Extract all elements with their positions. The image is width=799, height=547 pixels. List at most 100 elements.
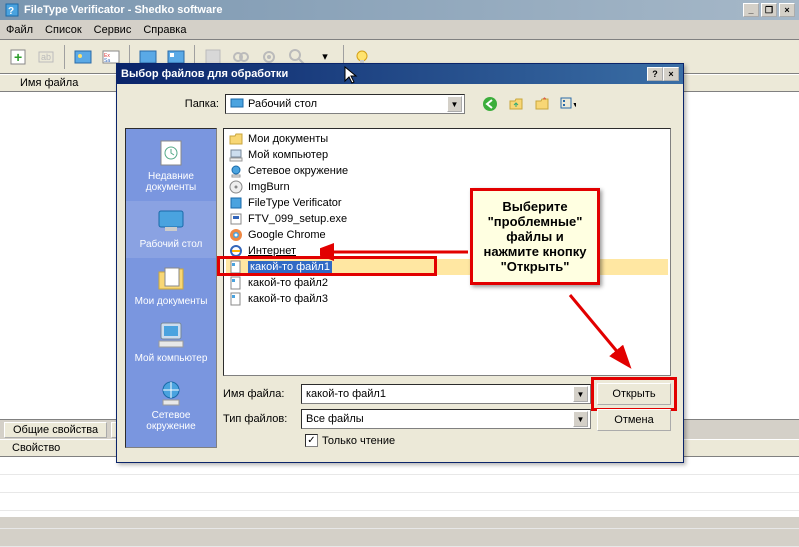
places-bar: Недавние документы Рабочий стол Мои доку… <box>125 128 217 448</box>
col-filename: Имя файла <box>20 77 78 89</box>
item-label: какой-то файл2 <box>248 277 328 289</box>
close-button[interactable]: × <box>779 3 795 17</box>
minimize-button[interactable]: _ <box>743 3 759 17</box>
chevron-down-icon[interactable]: ▼ <box>573 386 588 402</box>
place-label: Недавние документы <box>146 171 197 193</box>
item-label: Мой компьютер <box>248 149 328 161</box>
toolbar-text-icon[interactable]: ab <box>34 45 58 69</box>
callout-text: Выберите "проблемные" файлы и нажмите кн… <box>483 199 586 274</box>
app-icon: ? <box>4 2 20 18</box>
item-label: FileType Verificator <box>248 197 342 209</box>
item-label: FTV_099_setup.exe <box>248 213 347 225</box>
readonly-row[interactable]: ✓ Только чтение <box>305 434 395 447</box>
list-item[interactable]: какой-то файл3 <box>226 291 668 307</box>
filetype-label: Тип файлов: <box>223 413 293 425</box>
svg-text:▼: ▼ <box>572 102 576 109</box>
computer-icon <box>155 319 187 351</box>
svg-text:?: ? <box>8 6 14 17</box>
item-label: Сетевое окружение <box>248 165 348 177</box>
list-item[interactable]: ImgBurn <box>226 179 668 195</box>
dialog-title: Выбор файлов для обработки <box>121 68 647 80</box>
place-desktop[interactable]: Рабочий стол <box>126 201 216 258</box>
place-recent[interactable]: Недавние документы <box>126 133 216 201</box>
svg-text:+: + <box>14 49 22 65</box>
menu-file[interactable]: Файл <box>6 24 33 36</box>
open-button-label: Открыть <box>612 388 655 400</box>
mydocs-icon <box>155 262 187 294</box>
list-item[interactable]: какой-то файл2 <box>226 275 668 291</box>
item-label: Интернет <box>248 245 296 257</box>
tab-general[interactable]: Общие свойства <box>4 422 107 438</box>
dialog-help-button[interactable]: ? <box>647 67 663 81</box>
list-item[interactable]: Google Chrome <box>226 227 668 243</box>
property-label: Свойство <box>12 442 60 454</box>
item-label: какой-то файл1 <box>248 261 332 273</box>
readonly-checkbox[interactable]: ✓ <box>305 434 318 447</box>
place-label: Рабочий стол <box>140 239 203 250</box>
dialog-titlebar: Выбор файлов для обработки ? × <box>117 64 683 84</box>
filetype-value: Все файлы <box>306 413 569 425</box>
chevron-down-icon[interactable]: ▼ <box>447 96 462 112</box>
back-icon[interactable] <box>481 95 499 113</box>
place-label: Мои документы <box>135 296 208 307</box>
toolbar-image-icon[interactable] <box>71 45 95 69</box>
filetype-combo[interactable]: Все файлы ▼ <box>301 409 591 429</box>
svg-text:*: * <box>543 96 546 105</box>
folder-combo[interactable]: Рабочий стол ▼ <box>225 94 465 114</box>
list-item[interactable]: Сетевое окружение <box>226 163 668 179</box>
folder-row: Папка: Рабочий стол ▼ * ▼ <box>183 94 677 114</box>
chevron-down-icon[interactable]: ▼ <box>573 411 588 427</box>
list-item[interactable]: Мой компьютер <box>226 147 668 163</box>
folder-value: Рабочий стол <box>248 98 443 110</box>
open-button[interactable]: Открыть <box>597 383 671 405</box>
toolbar-add-icon[interactable]: + <box>6 45 30 69</box>
folder-label: Папка: <box>183 98 219 110</box>
recent-icon <box>155 137 187 169</box>
file-icon <box>228 259 244 275</box>
file-list[interactable]: Мои документы Мой компьютер Сетевое окру… <box>223 128 671 376</box>
place-label: Сетевое окружение <box>146 410 195 432</box>
filename-value: какой-то файл1 <box>306 388 569 400</box>
place-label: Мой компьютер <box>135 353 208 364</box>
network-icon <box>155 376 187 408</box>
maximize-button[interactable]: ❐ <box>761 3 777 17</box>
filename-label: Имя файла: <box>223 388 293 400</box>
menu-bar: Файл Список Сервис Справка <box>0 20 799 40</box>
exe-icon <box>228 211 244 227</box>
place-mycomputer[interactable]: Мой компьютер <box>126 315 216 372</box>
menu-list[interactable]: Список <box>45 24 82 36</box>
list-item[interactable]: FileType Verificator <box>226 195 668 211</box>
menu-help[interactable]: Справка <box>143 24 186 36</box>
network-icon <box>228 163 244 179</box>
filename-combo[interactable]: какой-то файл1 ▼ <box>301 384 591 404</box>
filetype-row: Тип файлов: Все файлы ▼ <box>223 409 591 429</box>
svg-text:ab: ab <box>41 52 51 62</box>
item-label: Google Chrome <box>248 229 326 241</box>
svg-text:Sa: Sa <box>104 58 110 64</box>
menu-service[interactable]: Сервис <box>94 24 132 36</box>
file-icon <box>228 275 244 291</box>
cancel-button-label: Отмена <box>614 414 653 426</box>
app-icon <box>228 195 244 211</box>
item-label: какой-то файл3 <box>248 293 328 305</box>
ie-icon <box>228 243 244 259</box>
view-menu-icon[interactable]: ▼ <box>559 95 577 113</box>
readonly-label: Только чтение <box>322 435 395 447</box>
up-folder-icon[interactable] <box>507 95 525 113</box>
desktop-icon <box>230 96 244 113</box>
list-item[interactable]: какой-то файл1 <box>226 259 668 275</box>
place-network[interactable]: Сетевое окружение <box>126 372 216 440</box>
place-mydocs[interactable]: Мои документы <box>126 258 216 315</box>
chrome-icon <box>228 227 244 243</box>
list-item[interactable]: FTV_099_setup.exe <box>226 211 668 227</box>
folder-icon <box>228 131 244 147</box>
annotation-callout: Выберите "проблемные" файлы и нажмите кн… <box>470 188 600 285</box>
item-label: ImgBurn <box>248 181 290 193</box>
list-item[interactable]: Интернет <box>226 243 668 259</box>
dialog-close-button[interactable]: × <box>663 67 679 81</box>
item-label: Мои документы <box>248 133 328 145</box>
property-grid <box>0 457 799 517</box>
new-folder-icon[interactable]: * <box>533 95 551 113</box>
list-item[interactable]: Мои документы <box>226 131 668 147</box>
cancel-button[interactable]: Отмена <box>597 409 671 431</box>
